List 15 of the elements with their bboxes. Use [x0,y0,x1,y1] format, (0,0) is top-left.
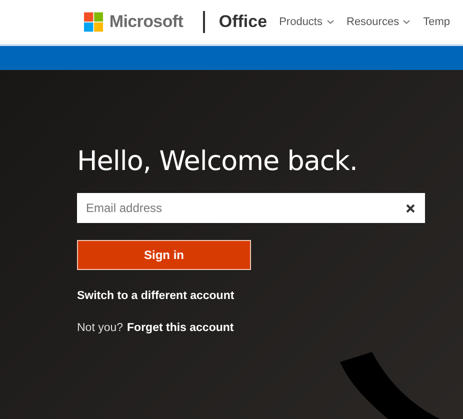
welcome-heading: Hello, Welcome back. [77,146,358,178]
chevron-down-icon [403,20,410,24]
switch-account-link[interactable]: Switch to a different account [77,290,234,302]
close-icon[interactable] [406,204,415,212]
product-name[interactable]: Office [218,12,268,32]
email-field[interactable]: Email address [77,193,425,223]
brand-name: Microsoft [109,12,184,32]
forget-account-link[interactable]: Forget this account [127,322,234,334]
not-you-text: Not you? [77,322,124,334]
chevron-down-icon [326,20,334,24]
nav-menu-item[interactable]: Resources [346,16,410,28]
microsoft-logo-icon[interactable] [84,11,104,33]
nav-menu-item[interactable]: Temp [423,16,450,28]
nav-menu-item[interactable]: Products [279,16,334,28]
sign-in-button[interactable]: Sign in [77,240,251,270]
